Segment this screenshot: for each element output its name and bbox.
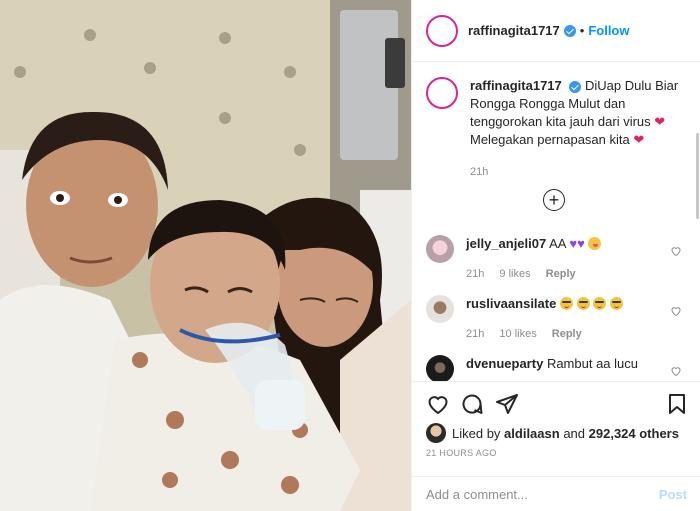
caption-text-2: Melegakan pernapasan kita <box>470 132 630 147</box>
comment-username[interactable]: jelly_anjeli07 <box>466 236 546 251</box>
sunglasses-emoji <box>559 297 573 310</box>
add-comment-bar: Post <box>412 476 700 511</box>
post-sidebar: raffinagita1717 • Follow raffinagita1717… <box>411 0 700 511</box>
comment-item: jelly_anjeli07 AA ♥♥ 21h 9 likes Reply <box>426 235 688 283</box>
author-avatar[interactable] <box>426 14 458 47</box>
like-comment-heart-icon[interactable] <box>670 305 682 317</box>
commenter-avatar[interactable] <box>426 355 454 381</box>
caption-time[interactable]: 21h <box>470 163 682 181</box>
comment-icon[interactable] <box>460 392 484 416</box>
reply-button[interactable]: Reply <box>546 268 576 280</box>
commenter-avatar[interactable] <box>426 235 454 263</box>
post-caption: raffinagita1717 DiUap Dulu Biar Rongga R… <box>426 77 682 181</box>
liker-username[interactable]: aldilaasn <box>504 426 560 441</box>
likes-prefix: Liked by <box>452 425 501 441</box>
comments-list[interactable]: raffinagita1717 DiUap Dulu Biar Rongga R… <box>412 63 700 381</box>
comment-text: AA <box>549 236 566 251</box>
separator-dot: • <box>579 23 585 38</box>
wink-emoji <box>588 237 602 250</box>
post-photo[interactable] <box>0 0 411 511</box>
likes-summary: Liked by aldilaasn and 292,324 others <box>426 423 679 443</box>
comment-item: ruslivaansilate 21h 10 likes Reply <box>426 295 688 343</box>
comments-scrollbar[interactable] <box>696 133 699 219</box>
sunglasses-emoji <box>609 297 623 310</box>
commenter-avatar[interactable] <box>426 295 454 323</box>
red-heart-emoji: ❤ <box>654 114 666 129</box>
sunglasses-emoji <box>576 297 590 310</box>
caption-username[interactable]: raffinagita1717 <box>470 78 562 93</box>
add-circle-icon[interactable]: + <box>543 189 565 211</box>
save-icon[interactable] <box>665 392 689 416</box>
verified-icon <box>569 80 582 93</box>
comment-username[interactable]: ruslivaansilate <box>466 296 556 311</box>
like-comment-heart-icon[interactable] <box>670 365 682 377</box>
sunglasses-emoji <box>593 297 607 310</box>
comment-username[interactable]: dvenueparty <box>466 356 543 371</box>
verified-icon <box>563 24 576 37</box>
liker-avatar[interactable] <box>426 423 446 443</box>
author-username[interactable]: raffinagita1717 <box>468 23 560 38</box>
comment-likes[interactable]: 10 likes <box>499 328 536 340</box>
comment-item: dvenueparty Rambut aa lucu <box>426 355 688 381</box>
follow-button[interactable]: Follow <box>588 23 629 38</box>
share-icon[interactable] <box>495 392 519 416</box>
photo-illustration <box>0 0 411 511</box>
caption-avatar[interactable] <box>426 77 458 109</box>
comment-likes[interactable]: 9 likes <box>499 268 530 280</box>
reply-button[interactable]: Reply <box>552 328 582 340</box>
comment-text: Rambut aa lucu <box>546 356 638 371</box>
likes-and: and <box>563 425 586 441</box>
comment-time[interactable]: 21h <box>466 328 484 340</box>
like-comment-heart-icon[interactable] <box>670 245 682 257</box>
posted-time[interactable]: 21 HOURS AGO <box>426 448 497 458</box>
likes-others[interactable]: 292,324 others <box>589 426 679 441</box>
post-header: raffinagita1717 • Follow <box>412 0 700 62</box>
comment-input[interactable] <box>426 487 659 502</box>
heart-icon[interactable] <box>426 392 450 416</box>
red-heart-emoji: ❤ <box>633 132 645 147</box>
comment-time[interactable]: 21h <box>466 268 484 280</box>
post-button[interactable]: Post <box>659 487 687 502</box>
post-actions: Liked by aldilaasn and 292,324 others 21… <box>412 381 700 511</box>
purple-heart-emoji: ♥♥ <box>569 236 585 251</box>
